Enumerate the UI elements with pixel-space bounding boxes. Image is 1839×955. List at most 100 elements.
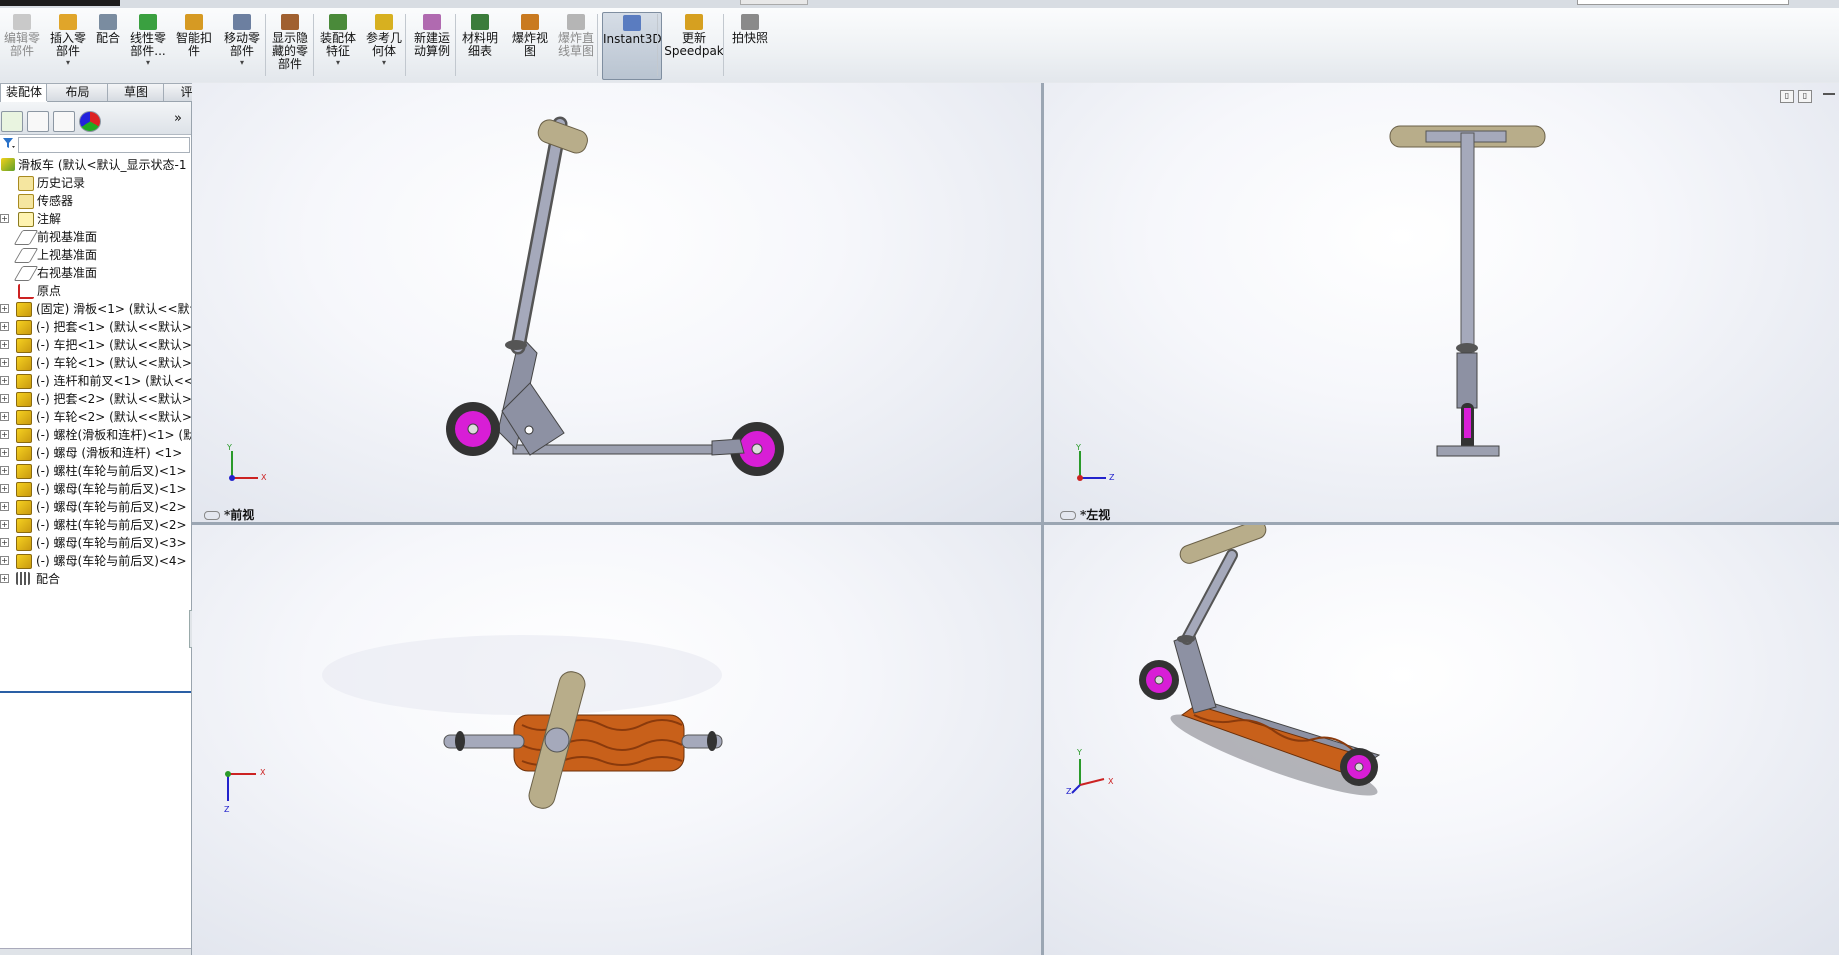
mate-button[interactable]: 配合 xyxy=(94,12,122,78)
tree-item[interactable]: + (-) 螺母(车轮与前后叉)<3> ( xyxy=(0,534,191,552)
plane-icon xyxy=(13,248,39,263)
feature-tree-tab-icon[interactable] xyxy=(1,111,23,132)
bill-of-materials-button[interactable]: 材料明 细表 xyxy=(458,12,502,78)
tab-0[interactable]: 装配体 xyxy=(0,83,48,102)
expand-toggle-icon[interactable]: + xyxy=(0,376,9,385)
expand-toggle-icon[interactable]: + xyxy=(0,304,9,313)
tree-item-label: 传感器 xyxy=(37,194,74,208)
tree-item[interactable]: + (-) 螺母 (滑板和连杆) <1> xyxy=(0,444,191,462)
tree-item-label: (-) 车把<1> (默认<<默认>_ xyxy=(36,338,191,352)
snapshot-icon xyxy=(741,14,759,30)
new-motion-study-button[interactable]: 新建运 动算例 xyxy=(410,12,454,78)
tree-item[interactable]: + (-) 螺母(车轮与前后叉)<2> ( xyxy=(0,498,191,516)
tree-item[interactable]: + (-) 车把<1> (默认<<默认>_ xyxy=(0,336,191,354)
top-axis-z-label: Z xyxy=(224,805,230,814)
tree-item[interactable]: + (-) 车轮<2> (默认<<默认>_ xyxy=(0,408,191,426)
tree-root-item[interactable]: 滑板车 (默认<默认_显示状态-1 xyxy=(0,156,191,174)
tab-2[interactable]: 草图 xyxy=(107,83,165,101)
tree-item[interactable]: + (-) 把套<1> (默认<<默认>_ xyxy=(0,318,191,336)
expand-toggle-icon[interactable]: + xyxy=(0,430,9,439)
edit-component-button[interactable]: 编辑零 部件 xyxy=(2,12,42,78)
dropdown-caret-icon[interactable]: ▾ xyxy=(220,59,264,67)
expand-toggle-icon[interactable]: + xyxy=(0,484,9,493)
tree-item[interactable]: 原点 xyxy=(0,282,191,300)
expand-toggle-icon[interactable]: + xyxy=(0,466,9,475)
snapshot-button[interactable]: 拍快照 xyxy=(728,12,772,78)
viewport-left[interactable]: Y Z *左视 ▯ ▯ xyxy=(1044,83,1839,522)
viewport-top[interactable]: Z X xyxy=(192,525,1041,955)
expand-toggle-icon[interactable]: + xyxy=(0,214,9,223)
expand-toggle-icon[interactable]: + xyxy=(0,340,9,349)
expand-toggle-icon[interactable]: + xyxy=(0,574,9,583)
move-component-button[interactable]: 移动零 部件 ▾ xyxy=(220,12,264,78)
tree-item[interactable]: + (-) 把套<2> (默认<<默认>_ xyxy=(0,390,191,408)
part-icon xyxy=(16,554,32,569)
tree-item[interactable]: + (-) 螺柱(车轮与前后叉)<2> ( xyxy=(0,516,191,534)
part-icon xyxy=(16,428,32,443)
tree-item[interactable]: + 注解 xyxy=(0,210,191,228)
update-speedpak-button[interactable]: 更新 Speedpak xyxy=(664,12,724,78)
expand-toggle-icon[interactable]: + xyxy=(0,394,9,403)
exploded-view-icon xyxy=(521,14,539,30)
explode-line-sketch-button[interactable]: 爆炸直 线草图 xyxy=(554,12,598,78)
dropdown-caret-icon[interactable]: ▾ xyxy=(362,59,406,67)
tree-item[interactable]: + (-) 螺母(车轮与前后叉)<1> ( xyxy=(0,480,191,498)
origin-icon xyxy=(18,284,34,299)
expand-toggle-icon[interactable]: + xyxy=(0,412,9,421)
linear-pattern-label-line: 部件... xyxy=(130,44,166,58)
tree-item[interactable]: + (-) 螺母(车轮与前后叉)<4> ( xyxy=(0,552,191,570)
tree-item[interactable]: 右视基准面 xyxy=(0,264,191,282)
part-icon xyxy=(16,410,32,425)
part-icon xyxy=(16,536,32,551)
expand-toggle-icon[interactable]: + xyxy=(0,358,9,367)
dropdown-caret-icon[interactable]: ▾ xyxy=(46,59,90,67)
viewport-vertical-splitter[interactable] xyxy=(1041,83,1044,955)
viewport-horizontal-splitter[interactable] xyxy=(192,522,1839,525)
tree-item[interactable]: + 配合 xyxy=(0,570,191,588)
panel-expand-chevron-icon[interactable]: » xyxy=(174,111,182,126)
tree-item[interactable]: + (-) 连杆和前叉<1> (默认<< xyxy=(0,372,191,390)
tree-item[interactable]: + (-) 车轮<1> (默认<<默认>_ xyxy=(0,354,191,372)
filter-icon[interactable] xyxy=(3,137,15,148)
exploded-view-label-line: 图 xyxy=(523,44,536,58)
insert-component-button[interactable]: 插入零 部件 ▾ xyxy=(46,12,90,78)
tree-item[interactable]: + (-) 螺栓(滑板和连杆)<1> (默 xyxy=(0,426,191,444)
reference-geometry-button[interactable]: 参考几 何体 ▾ xyxy=(362,12,406,78)
tree-item[interactable]: 传感器 xyxy=(0,192,191,210)
expand-toggle-icon[interactable]: + xyxy=(0,502,9,511)
viewport-isometric[interactable]: Y X Z xyxy=(1044,525,1839,955)
configuration-manager-tab-icon[interactable] xyxy=(53,111,75,132)
display-manager-tab-icon[interactable] xyxy=(79,111,101,132)
expand-toggle-icon[interactable]: + xyxy=(0,556,9,565)
tab-1[interactable]: 布局 xyxy=(46,83,109,101)
show-hidden-button[interactable]: 显示隐 藏的零 部件 xyxy=(268,12,312,78)
dropdown-caret-icon[interactable]: ▾ xyxy=(316,59,360,67)
instant3d-button[interactable]: Instant3D xyxy=(602,12,662,80)
tree-item-label: (-) 车轮<2> (默认<<默认>_ xyxy=(36,410,191,424)
expand-toggle-icon[interactable]: + xyxy=(0,322,9,331)
expand-toggle-icon[interactable]: + xyxy=(0,448,9,457)
expand-toggle-icon[interactable]: + xyxy=(0,538,9,547)
tree-item[interactable]: + (固定) 滑板<1> (默认<<默认 xyxy=(0,300,191,318)
viewport-minimize-icon[interactable] xyxy=(1823,93,1835,95)
tree-item[interactable]: 历史记录 xyxy=(0,174,191,192)
tree-item[interactable]: 上视基准面 xyxy=(0,246,191,264)
exploded-view-button[interactable]: 爆炸视图 xyxy=(508,12,552,78)
assembly-features-button[interactable]: 装配体 特征 ▾ xyxy=(316,12,360,78)
viewport-tile-icon[interactable]: ▯ xyxy=(1780,90,1794,103)
title-bar-fragment xyxy=(0,0,120,6)
panel-scrollbar[interactable] xyxy=(0,948,191,955)
property-manager-tab-icon[interactable] xyxy=(27,111,49,132)
feature-tree: 滑板车 (默认<默认_显示状态-1 历史记录传感器 + 注解 前视基准面 上视基准面 右视… xyxy=(0,156,191,691)
tree-item[interactable]: + (-) 螺柱(车轮与前后叉)<1> ( xyxy=(0,462,191,480)
dropdown-caret-icon[interactable]: ▾ xyxy=(126,59,170,67)
search-box-fragment[interactable] xyxy=(1577,0,1789,5)
viewport-link-icon[interactable]: ▯ xyxy=(1798,90,1812,103)
tree-item[interactable]: 前视基准面 xyxy=(0,228,191,246)
filter-input[interactable] xyxy=(18,137,190,153)
expand-toggle-icon[interactable]: + xyxy=(0,520,9,529)
viewport-front[interactable]: Y X *前视 xyxy=(192,83,1041,522)
smart-fastener-button[interactable]: 智能扣件 xyxy=(172,12,216,78)
linear-pattern-button[interactable]: 线性零 部件... ▾ xyxy=(126,12,170,78)
instant3d-icon xyxy=(623,15,641,31)
